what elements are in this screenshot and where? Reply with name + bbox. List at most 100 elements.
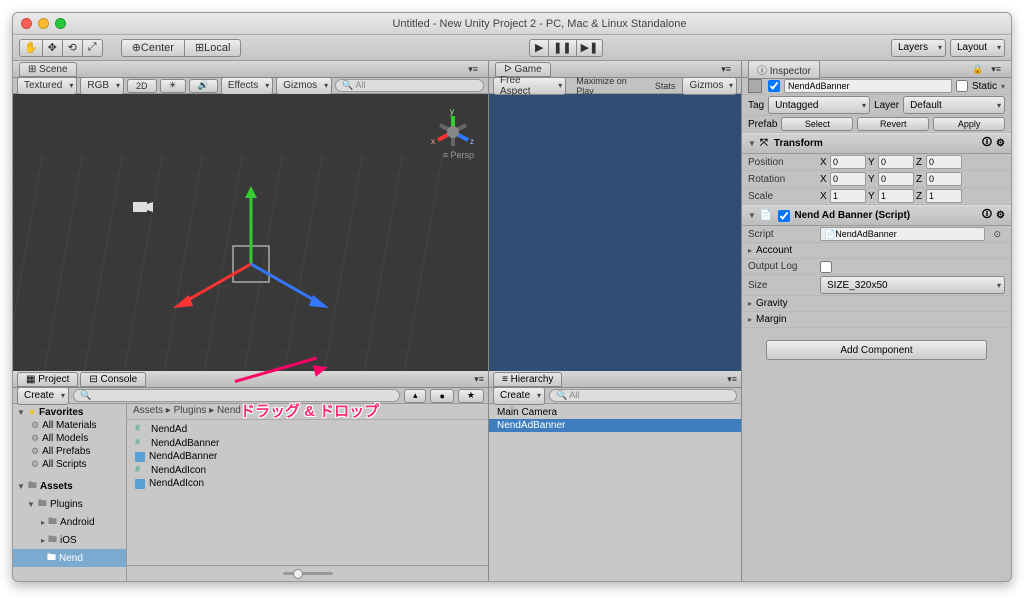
fav-all-models[interactable]: ⚙All Models — [13, 432, 126, 445]
add-component-button[interactable]: Add Component — [766, 340, 987, 360]
aspect-dropdown[interactable]: Free Aspect — [493, 77, 566, 95]
step-button[interactable]: ▶❚ — [577, 39, 604, 57]
scl-z-field[interactable] — [926, 189, 962, 203]
tree-android[interactable]: ▸🖿Android — [13, 513, 126, 531]
maximize-toggle[interactable]: Maximize on Play — [572, 76, 648, 96]
pos-z-field[interactable] — [926, 155, 962, 169]
lock-icon[interactable]: 🔒 — [968, 64, 987, 75]
breadcrumb[interactable]: Assets ▸ Plugins ▸ Nend — [127, 404, 488, 420]
pos-x-field[interactable] — [830, 155, 866, 169]
gameobject-name-field[interactable]: NendAdBanner — [784, 79, 952, 93]
layout-dropdown[interactable]: Layout — [950, 39, 1005, 57]
script-field[interactable]: 📄 NendAdBanner — [820, 227, 985, 241]
hierarchy-item-main-camera[interactable]: Main Camera — [489, 406, 741, 419]
minimize-icon[interactable] — [38, 18, 49, 29]
panel-menu-icon[interactable]: ▾≡ — [470, 374, 488, 385]
persp-label[interactable]: ≡ Persp — [443, 150, 474, 160]
hand-tool-button[interactable]: ✋ — [19, 39, 43, 57]
hierarchy-tab[interactable]: ≡ Hierarchy — [493, 372, 562, 387]
hierarchy-item-nendadbanner[interactable]: NendAdBanner — [489, 419, 741, 432]
layer-dropdown[interactable]: Default — [903, 96, 1005, 114]
tree-nend[interactable]: 🖿Nend — [13, 549, 126, 567]
pos-y-field[interactable] — [878, 155, 914, 169]
asset-nendad[interactable]: NendAd — [127, 422, 488, 436]
prefab-revert-button[interactable]: Revert — [857, 117, 929, 131]
zoom-icon[interactable] — [55, 18, 66, 29]
gear-icon[interactable]: ⚙ — [996, 210, 1005, 221]
project-tab[interactable]: ▦ Project — [17, 372, 78, 387]
game-gizmos-dropdown[interactable]: Gizmos — [682, 77, 737, 95]
margin-foldout[interactable]: ▸ — [748, 315, 752, 324]
play-button[interactable]: ▶ — [529, 39, 549, 57]
filter-star-button[interactable]: ★ — [458, 389, 484, 403]
tag-dropdown[interactable]: Untagged — [768, 96, 870, 114]
favorites-header[interactable]: ▼★Favorites — [13, 406, 126, 419]
rot-z-field[interactable] — [926, 172, 962, 186]
asset-nendadicon-script[interactable]: NendAdIcon — [127, 463, 488, 477]
scene-2d-toggle[interactable]: 2D — [127, 79, 157, 93]
console-tab[interactable]: ⊟ Console — [80, 372, 146, 387]
scene-search-input[interactable]: 🔍 All — [335, 79, 484, 92]
gizmos-dropdown[interactable]: Gizmos — [276, 77, 332, 95]
move-tool-button[interactable]: ✥ — [43, 39, 63, 57]
scene-view[interactable]: y x z ≡ Persp — [13, 94, 488, 371]
close-icon[interactable] — [21, 18, 32, 29]
gameobject-icon[interactable] — [748, 79, 762, 93]
rotate-tool-button[interactable]: ⟲ — [63, 39, 83, 57]
pivot-local-button[interactable]: ⊞ Local — [185, 39, 242, 57]
pause-button[interactable]: ❚❚ — [549, 39, 576, 57]
gear-icon[interactable]: ⚙ — [996, 138, 1005, 149]
filter-button[interactable]: ▴ — [404, 389, 427, 403]
rot-x-field[interactable] — [830, 172, 866, 186]
fav-all-prefabs[interactable]: ⚙All Prefabs — [13, 445, 126, 458]
scale-tool-button[interactable]: ⤢ — [83, 39, 103, 57]
transform-foldout[interactable]: ▼ — [748, 139, 756, 148]
panel-menu-icon[interactable]: ▾≡ — [464, 64, 482, 75]
active-checkbox[interactable] — [768, 80, 780, 92]
filter-type-button[interactable]: ● — [430, 389, 453, 403]
layers-dropdown[interactable]: Layers — [891, 39, 946, 57]
prefab-select-button[interactable]: Select — [781, 117, 853, 131]
draw-mode-dropdown[interactable]: Textured — [17, 77, 77, 95]
gravity-foldout[interactable]: ▸ — [748, 299, 752, 308]
pivot-center-button[interactable]: ⊕ Center — [121, 39, 185, 57]
component-foldout[interactable]: ▼ — [748, 211, 756, 220]
prefab-apply-button[interactable]: Apply — [933, 117, 1005, 131]
account-foldout[interactable]: ▸ — [748, 246, 752, 255]
size-dropdown[interactable]: SIZE_320x50 — [820, 276, 1005, 294]
hierarchy-create-dropdown[interactable]: Create — [493, 387, 545, 405]
outputlog-checkbox[interactable] — [820, 261, 832, 273]
asset-nendadbanner-prefab[interactable]: NendAdBanner — [127, 450, 488, 463]
panel-menu-icon[interactable]: ▾≡ — [717, 64, 735, 75]
project-search-input[interactable]: 🔍 — [73, 389, 400, 402]
hierarchy-search-input[interactable]: 🔍 All — [549, 389, 737, 402]
scene-light-toggle[interactable]: ☀ — [160, 79, 186, 93]
asset-nendadbanner-script[interactable]: NendAdBanner — [127, 436, 488, 450]
scene-audio-toggle[interactable]: 🔊 — [189, 79, 218, 93]
game-view[interactable] — [489, 94, 741, 371]
tree-ios[interactable]: ▸🖿iOS — [13, 531, 126, 549]
component-enabled-checkbox[interactable] — [778, 210, 790, 222]
panel-menu-icon[interactable]: ▾≡ — [723, 374, 741, 385]
inspector-tab[interactable]: ⓘ Inspector — [748, 60, 820, 79]
render-mode-dropdown[interactable]: RGB — [80, 77, 124, 95]
assets-header[interactable]: ▼🖿Assets — [13, 477, 126, 495]
tree-plugins[interactable]: ▼🖿Plugins — [13, 495, 126, 513]
scl-y-field[interactable] — [878, 189, 914, 203]
help-icon[interactable]: 🛈 — [982, 135, 992, 152]
project-create-dropdown[interactable]: Create — [17, 387, 69, 405]
thumbnail-size-slider[interactable] — [283, 572, 333, 575]
fav-all-materials[interactable]: ⚙All Materials — [13, 419, 126, 432]
scene-grid — [13, 94, 488, 371]
rot-y-field[interactable] — [878, 172, 914, 186]
static-checkbox[interactable] — [956, 80, 968, 92]
panel-menu-icon[interactable]: ▾≡ — [987, 64, 1005, 75]
scl-x-field[interactable] — [830, 189, 866, 203]
fav-all-scripts[interactable]: ⚙All Scripts — [13, 458, 126, 471]
stats-toggle[interactable]: Stats — [651, 81, 680, 91]
effects-dropdown[interactable]: Effects — [221, 77, 273, 95]
asset-nendadicon-prefab[interactable]: NendAdIcon — [127, 477, 488, 490]
scene-tab[interactable]: ⊞ Scene — [19, 62, 77, 77]
transform-tools: ✋ ✥ ⟲ ⤢ — [19, 39, 103, 57]
help-icon[interactable]: 🛈 — [982, 207, 992, 224]
